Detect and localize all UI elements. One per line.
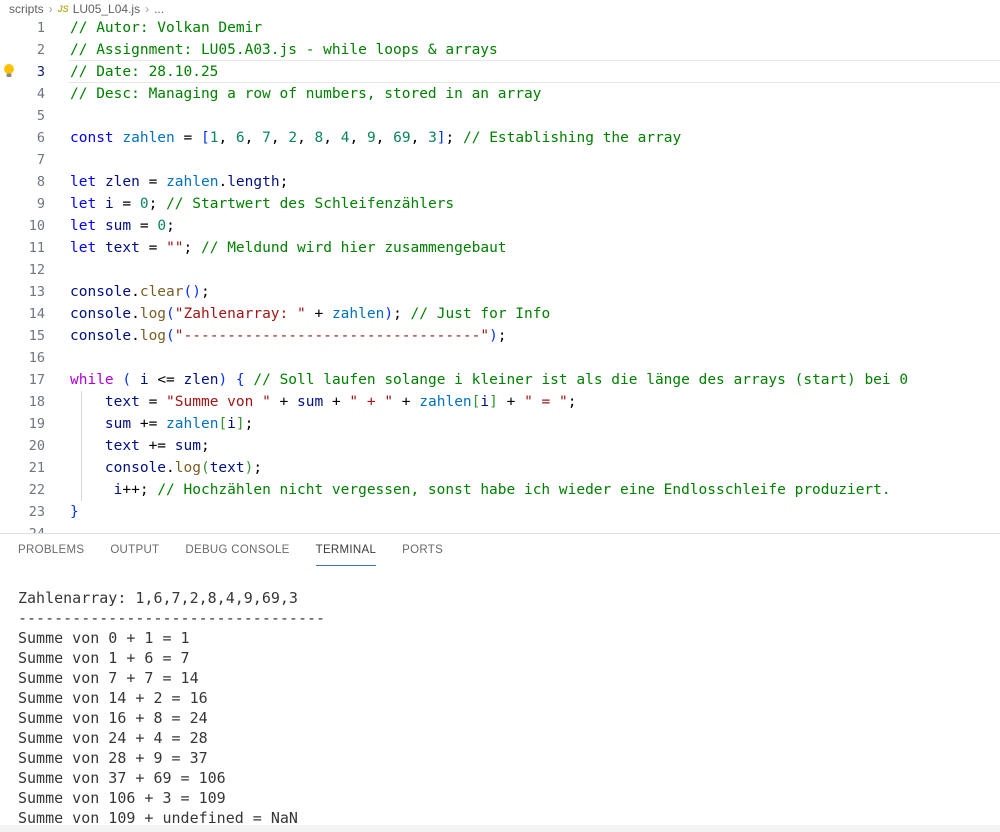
terminal-line: Summe von 0 + 1 = 1 [18,628,1000,648]
terminal-line: Summe von 14 + 2 = 16 [18,688,1000,708]
terminal-line: Summe von 106 + 3 = 109 [18,788,1000,808]
line-number[interactable]: 8 [0,171,45,193]
terminal-line: Summe von 1 + 6 = 7 [18,648,1000,668]
line-number[interactable]: 9 [0,193,45,215]
code-line[interactable]: 8 let zlen = zahlen.length; [0,171,1000,193]
code-line[interactable]: 2 // Assignment: LU05.A03.js - while loop… [0,39,1000,61]
line-number[interactable]: 14 [0,303,45,325]
line-number[interactable]: 5 [0,105,45,127]
code-line[interactable]: 21 console.log(text); [0,457,1000,479]
line-number[interactable]: 18 [0,391,45,413]
code-line[interactable]: 7 [0,149,1000,171]
code-text: while ( i <= zlen) { // Soll laufen sola… [70,372,908,388]
panel-tab-terminal[interactable]: TERMINAL [316,534,377,566]
line-number[interactable]: 12 [0,259,45,281]
code-line[interactable]: 5 [0,105,1000,127]
code-line[interactable]: 14 console.log("Zahlenarray: " + zahlen);… [0,303,1000,325]
line-number[interactable]: 4 [0,83,45,105]
code-text: i++; // Hochzählen nicht vergessen, sons… [70,482,891,498]
code-line[interactable]: 18 text = "Summe von " + sum + " + " + z… [0,391,1000,413]
breadcrumb-symbol-more[interactable]: ... [154,2,164,16]
code-line[interactable]: 9 let i = 0; // Startwert des Schleifenzä… [0,193,1000,215]
code-text: // Date: 28.10.25 [70,64,218,80]
line-number[interactable]: 15 [0,325,45,347]
line-number[interactable]: 23 [0,501,45,523]
terminal-line: Summe von 7 + 7 = 14 [18,668,1000,688]
breadcrumb-folder[interactable]: scripts [9,2,44,16]
code-line[interactable]: 17 while ( i <= zlen) { // Soll laufen so… [0,369,1000,391]
panel-tab-problems[interactable]: PROBLEMS [18,534,84,566]
code-line[interactable]: 11 let text = ""; // Meldund wird hier zu… [0,237,1000,259]
code-line[interactable]: 24 [0,523,1000,533]
code-text: console.log("Zahlenarray: " + zahlen); /… [70,306,550,322]
panel-tab-ports[interactable]: PORTS [402,534,443,566]
code-text: // Desc: Managing a row of numbers, stor… [70,86,541,102]
breadcrumb: scripts › JS LU05_L04.js › ... [0,0,1000,17]
terminal-line: Summe von 37 + 69 = 106 [18,768,1000,788]
code-line[interactable]: 4 // Desc: Managing a row of numbers, sto… [0,83,1000,105]
breadcrumb-separator: › [49,2,53,16]
line-number[interactable]: 24 [0,523,45,533]
breadcrumb-file[interactable]: LU05_L04.js [73,2,140,16]
terminal-output[interactable]: Zahlenarray: 1,6,7,2,8,4,9,69,3---------… [0,588,1000,828]
code-line[interactable]: 22 i++; // Hochzählen nicht vergessen, s… [0,479,1000,501]
code-line[interactable]: 3// Date: 28.10.25 [0,61,1000,83]
code-text: console.log(text); [70,460,262,476]
terminal-line: Summe von 28 + 9 = 37 [18,748,1000,768]
code-line[interactable]: 19 sum += zahlen[i]; [0,413,1000,435]
javascript-file-icon: JS [58,4,69,14]
code-text: console.log("---------------------------… [70,328,507,344]
code-text: } [70,504,79,520]
code-text: text += sum; [70,438,210,454]
code-line[interactable]: 20 text += sum; [0,435,1000,457]
code-text: // Assignment: LU05.A03.js - while loops… [70,42,498,58]
line-number[interactable]: 16 [0,347,45,369]
code-text: let text = ""; // Meldund wird hier zusa… [70,240,507,256]
code-text: // Autor: Volkan Demir [70,20,262,36]
bottom-panel: PROBLEMS OUTPUT DEBUG CONSOLE TERMINAL PORTS… [0,533,1000,832]
bottom-strip [0,825,1000,832]
panel-tab-bar: PROBLEMS OUTPUT DEBUG CONSOLE TERMINAL PORTS [0,534,1000,566]
terminal-line: Zahlenarray: 1,6,7,2,8,4,9,69,3 [18,588,1000,608]
line-number[interactable]: 22 [0,479,45,501]
panel-tab-output[interactable]: OUTPUT [110,534,159,566]
code-text: sum += zahlen[i]; [70,416,253,432]
code-line[interactable]: 6 const zahlen = [1, 6, 7, 2, 8, 4, 9, 69… [0,127,1000,149]
code-line[interactable]: 23} [0,501,1000,523]
code-text: let i = 0; // Startwert des Schleifenzäh… [70,196,454,212]
code-line[interactable]: 1 // Autor: Volkan Demir [0,17,1000,39]
line-number[interactable]: 19 [0,413,45,435]
line-number[interactable]: 13 [0,281,45,303]
line-number[interactable]: 1 [0,17,45,39]
line-number[interactable]: 11 [0,237,45,259]
code-text: let sum = 0; [70,218,175,234]
line-number[interactable]: 17 [0,369,45,391]
line-number[interactable]: 10 [0,215,45,237]
code-lines: 1 // Autor: Volkan Demir 2 // Assignment: L… [0,17,1000,533]
code-line[interactable]: 16 [0,347,1000,369]
lightbulb-icon[interactable] [2,63,16,78]
code-text: const zahlen = [1, 6, 7, 2, 8, 4, 9, 69,… [70,130,681,146]
line-number[interactable]: 20 [0,435,45,457]
line-number[interactable]: 2 [0,39,45,61]
terminal-line: Summe von 24 + 4 = 28 [18,728,1000,748]
line-number[interactable]: 21 [0,457,45,479]
terminal-line: Summe von 16 + 8 = 24 [18,708,1000,728]
code-editor[interactable]: 1 // Autor: Volkan Demir 2 // Assignment: L… [0,17,1000,533]
terminal-line: ---------------------------------- [18,608,1000,628]
code-line[interactable]: 13 console.clear(); [0,281,1000,303]
line-number[interactable]: 6 [0,127,45,149]
code-line[interactable]: 15 console.log("-------------------------… [0,325,1000,347]
code-text: let zlen = zahlen.length; [70,174,288,190]
code-line[interactable]: 10 let sum = 0; [0,215,1000,237]
breadcrumb-separator: › [145,2,149,16]
code-line[interactable]: 12 [0,259,1000,281]
line-number[interactable]: 7 [0,149,45,171]
code-text: text = "Summe von " + sum + " + " + zahl… [70,394,576,410]
code-text: console.clear(); [70,284,210,300]
panel-tab-debug-console[interactable]: DEBUG CONSOLE [185,534,289,566]
